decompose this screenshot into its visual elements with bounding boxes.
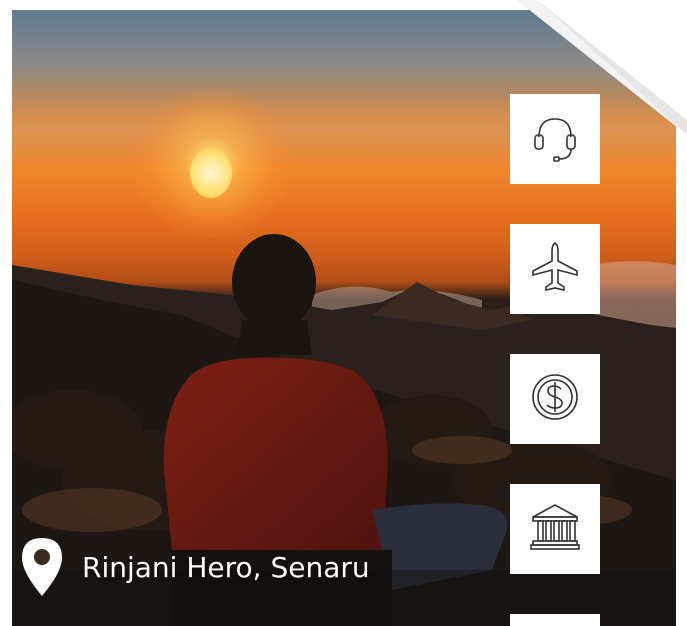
support-tile[interactable]	[510, 94, 600, 184]
bank-tile[interactable]	[510, 484, 600, 574]
currency-tile[interactable]	[510, 354, 600, 444]
dollar-coin-icon	[525, 367, 585, 432]
airplane-icon	[525, 237, 585, 302]
location-text: Rinjani Hero, Senaru	[82, 550, 370, 584]
bank-icon	[525, 497, 585, 562]
headset-icon	[525, 107, 585, 172]
partial-tile[interactable]	[510, 614, 600, 626]
map-pin-icon	[20, 536, 64, 598]
location-caption: Rinjani Hero, Senaru	[20, 532, 370, 602]
flights-tile[interactable]	[510, 224, 600, 314]
